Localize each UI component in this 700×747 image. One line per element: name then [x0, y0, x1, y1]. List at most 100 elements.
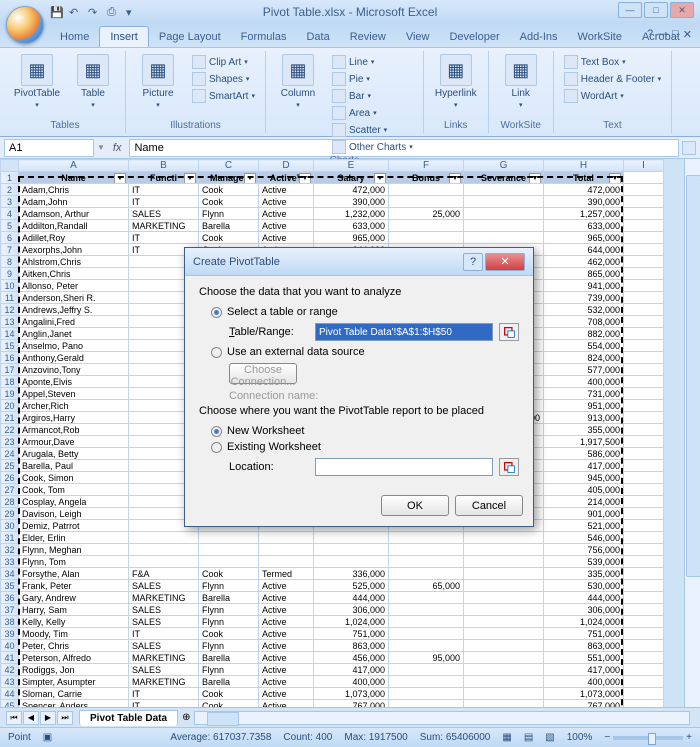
view-normal-icon[interactable]: ▦ [502, 732, 511, 743]
cell[interactable] [199, 532, 259, 544]
cell[interactable] [389, 220, 464, 232]
row-header[interactable]: 19 [1, 388, 19, 400]
cell[interactable] [259, 532, 314, 544]
cell[interactable] [464, 196, 544, 208]
cell[interactable]: 756,000 [544, 544, 624, 556]
cell[interactable]: 390,000 [544, 196, 624, 208]
cell[interactable]: SALES [129, 664, 199, 676]
close-workbook-icon[interactable]: ✕ [683, 28, 692, 41]
row-header[interactable]: 4 [1, 208, 19, 220]
cell[interactable]: Cook [199, 184, 259, 196]
row-header[interactable]: 14 [1, 328, 19, 340]
cell[interactable]: Aponte,Elvis [19, 376, 129, 388]
name-box-dropdown-icon[interactable]: ▼ [97, 143, 105, 152]
zoom-slider[interactable]: − + [604, 732, 692, 743]
cell[interactable]: Gary, Andrew [19, 592, 129, 604]
cell[interactable]: Active [259, 184, 314, 196]
cell[interactable]: Active [259, 232, 314, 244]
cell[interactable] [389, 232, 464, 244]
zoom-level[interactable]: 100% [567, 732, 593, 743]
column-header[interactable]: H [544, 160, 624, 172]
cell[interactable]: Adam,John [19, 196, 129, 208]
macro-record-icon[interactable]: ▣ [43, 732, 52, 743]
cell[interactable]: 462,000 [544, 256, 624, 268]
cell[interactable] [314, 544, 389, 556]
cell[interactable]: 335,000 [544, 568, 624, 580]
radio-existing-worksheet[interactable] [211, 442, 222, 453]
cell[interactable] [464, 676, 544, 688]
cell[interactable]: 417,000 [544, 460, 624, 472]
table-button[interactable]: ▦Table▾ [69, 54, 117, 109]
cell[interactable]: 539,000 [544, 556, 624, 568]
column-button[interactable]: ▦Column▾ [274, 54, 322, 109]
cell[interactable]: 25,000 [389, 208, 464, 220]
row-header[interactable]: 17 [1, 364, 19, 376]
cell[interactable]: 355,000 [544, 424, 624, 436]
row-header[interactable]: 18 [1, 376, 19, 388]
cell[interactable]: 751,000 [314, 628, 389, 640]
cell[interactable]: 214,000 [544, 496, 624, 508]
cell[interactable] [389, 640, 464, 652]
cell[interactable] [464, 628, 544, 640]
row-header[interactable]: 24 [1, 448, 19, 460]
zoom-out-icon[interactable]: − [604, 732, 610, 743]
cell[interactable]: Davison, Leigh [19, 508, 129, 520]
cell[interactable]: IT [129, 688, 199, 700]
maximize-button[interactable]: □ [644, 2, 668, 18]
tab-review[interactable]: Review [340, 27, 396, 47]
cell[interactable]: Rodiggs, Jon [19, 664, 129, 676]
bar-button[interactable]: Bar ▾ [330, 88, 415, 104]
cell[interactable] [464, 184, 544, 196]
cell[interactable]: IT [129, 196, 199, 208]
cell[interactable]: IT [129, 628, 199, 640]
qat-dropdown-icon[interactable]: ▾ [126, 6, 139, 19]
cell[interactable]: 405,000 [544, 484, 624, 496]
cell[interactable]: Barella [199, 592, 259, 604]
cell[interactable]: MARKETING [129, 652, 199, 664]
row-header[interactable]: 22 [1, 424, 19, 436]
vertical-scrollbar[interactable] [684, 159, 700, 707]
cell[interactable]: Active [259, 688, 314, 700]
table-header-cell[interactable]: ActiveT [259, 172, 314, 184]
row-header[interactable]: 5 [1, 220, 19, 232]
cell[interactable] [199, 544, 259, 556]
row-header[interactable]: 40 [1, 640, 19, 652]
column-header[interactable]: G [464, 160, 544, 172]
cell[interactable]: Frank, Peter [19, 580, 129, 592]
row-header[interactable]: 28 [1, 496, 19, 508]
table-header-cell[interactable]: Salary [314, 172, 389, 184]
cell[interactable]: 456,000 [314, 652, 389, 664]
cell[interactable]: Anzovino,Tony [19, 364, 129, 376]
first-sheet-icon[interactable]: ⏮ [6, 711, 22, 725]
row-header[interactable]: 8 [1, 256, 19, 268]
area-button[interactable]: Area ▾ [330, 105, 415, 121]
row-header[interactable]: 35 [1, 580, 19, 592]
cell[interactable] [314, 532, 389, 544]
cell[interactable]: 1,257,000 [544, 208, 624, 220]
cell[interactable]: 400,000 [544, 676, 624, 688]
picture-button[interactable]: ▦Picture▾ [134, 54, 182, 109]
table-header-cell[interactable]: Bonus [389, 172, 464, 184]
restore-workbook-icon[interactable]: □ [672, 28, 679, 41]
cell[interactable]: Active [259, 208, 314, 220]
cell[interactable]: 306,000 [544, 604, 624, 616]
cell[interactable]: Peter, Chris [19, 640, 129, 652]
cell[interactable] [389, 556, 464, 568]
ok-button[interactable]: OK [381, 495, 449, 516]
row-header[interactable]: 31 [1, 532, 19, 544]
cell[interactable]: Moody, Tim [19, 628, 129, 640]
cell[interactable]: 751,000 [544, 628, 624, 640]
cell[interactable]: 306,000 [314, 604, 389, 616]
cell[interactable]: Barella [199, 676, 259, 688]
cell[interactable] [389, 604, 464, 616]
select-all-corner[interactable] [1, 160, 19, 172]
row-header[interactable]: 43 [1, 676, 19, 688]
pivottable-button[interactable]: ▦PivotTable▾ [13, 54, 61, 109]
header-&-footer-button[interactable]: Header & Footer ▾ [562, 71, 663, 87]
column-header[interactable]: F [389, 160, 464, 172]
cell[interactable]: SALES [129, 616, 199, 628]
cell[interactable]: 1,073,000 [314, 688, 389, 700]
row-header[interactable]: 13 [1, 316, 19, 328]
cell[interactable]: Armancot,Rob [19, 424, 129, 436]
row-header[interactable]: 3 [1, 196, 19, 208]
